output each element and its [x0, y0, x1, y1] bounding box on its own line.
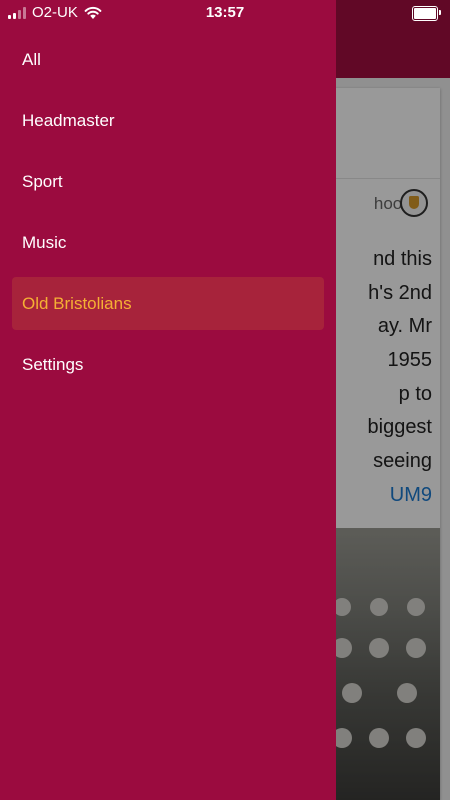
battery-icon: [412, 6, 441, 21]
menu-item-all[interactable]: All: [12, 33, 324, 86]
menu-item-old-bristolians[interactable]: Old Bristolians: [12, 277, 324, 330]
menu-item-settings[interactable]: Settings: [12, 338, 324, 391]
navigation-drawer: All Headmaster Sport Music Old Bristolia…: [0, 0, 336, 800]
menu-item-music[interactable]: Music: [12, 216, 324, 269]
drawer-menu: All Headmaster Sport Music Old Bristolia…: [0, 33, 336, 399]
status-bar: O2-UK 13:57: [0, 0, 450, 26]
menu-item-sport[interactable]: Sport: [12, 155, 324, 208]
menu-item-headmaster[interactable]: Headmaster: [12, 94, 324, 147]
clock: 13:57: [205, 4, 245, 21]
